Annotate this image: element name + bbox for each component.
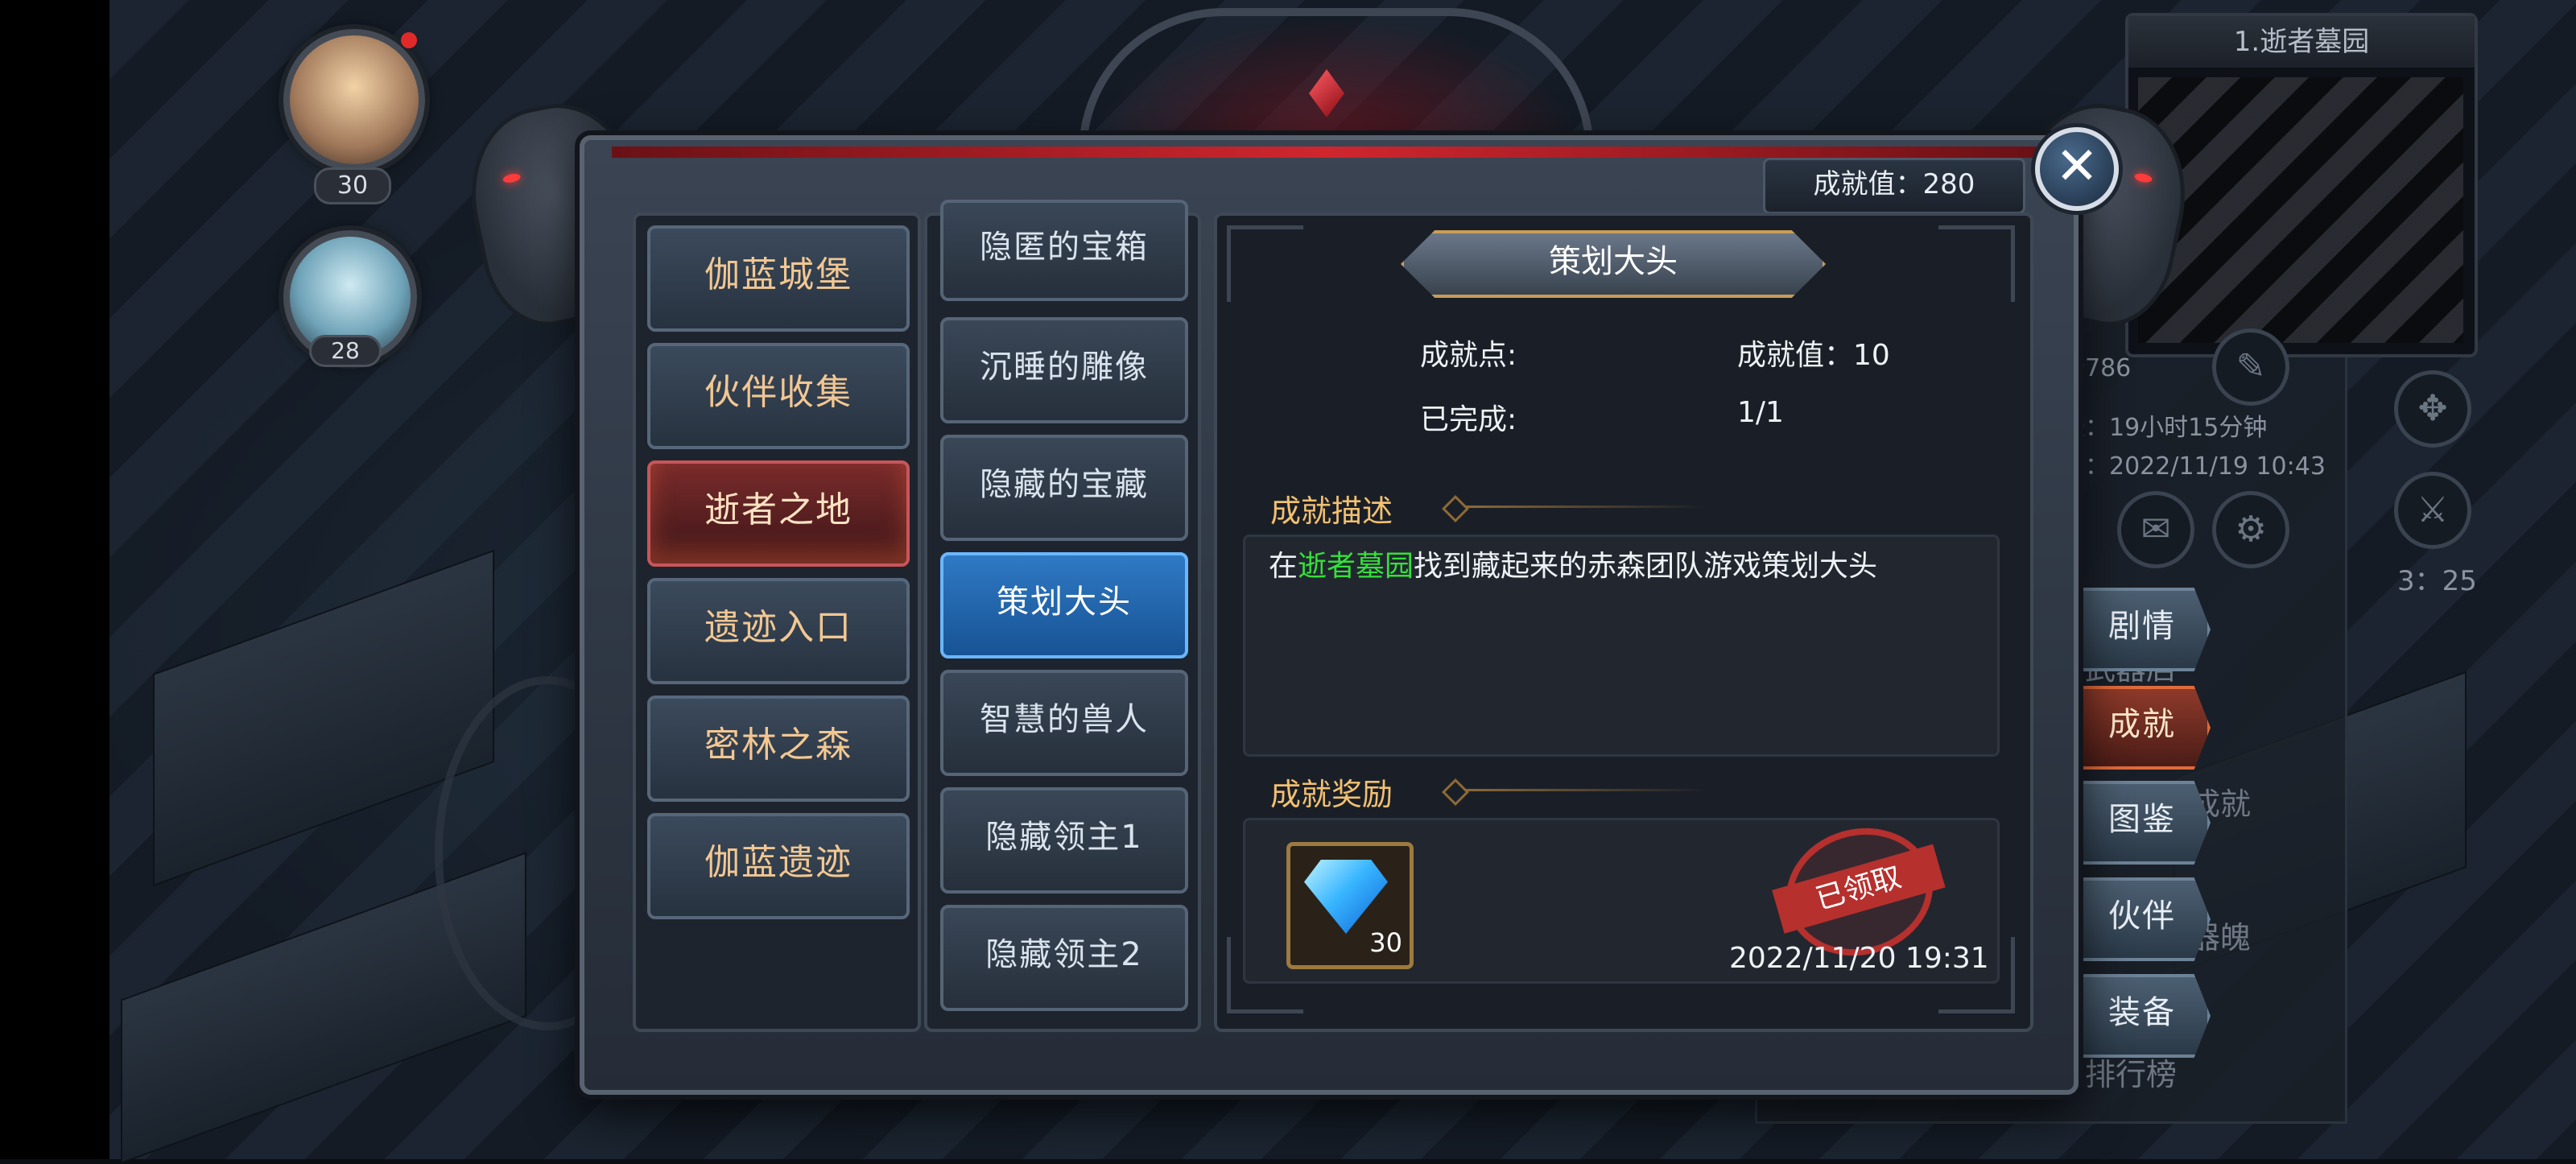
region-partner-collection[interactable]: 伙伴收集 xyxy=(647,343,910,449)
compass-icon[interactable]: ✥ xyxy=(2394,370,2471,448)
achievement-planner-bighead[interactable]: 策划大头 xyxy=(940,552,1188,658)
achievement-wise-orc[interactable]: 智慧的兽人 xyxy=(940,670,1188,776)
description-title: 成就描述 xyxy=(1270,493,1393,529)
region-garan-castle[interactable]: 伽蓝城堡 xyxy=(647,225,910,332)
achievement-hidden-lord-1[interactable]: 隐藏领主1 xyxy=(940,787,1188,894)
description-text: 在逝者墓园找到藏起来的赤森团队游戏策划大头 xyxy=(1269,550,1878,583)
minimap-title: 1.逝者墓园 xyxy=(2128,16,2475,68)
corner-ornament xyxy=(1938,225,2015,302)
achievement-title: 策划大头 xyxy=(1401,230,1826,298)
points-label: 成就点: xyxy=(1420,339,1517,372)
hero-portrait-1[interactable] xyxy=(283,29,425,171)
corner-ornament xyxy=(1227,225,1303,302)
achievement-hidden-lord-2[interactable]: 隐藏领主2 xyxy=(940,905,1188,1011)
swords-icon[interactable]: ⚔ xyxy=(2394,472,2471,549)
region-dense-forest[interactable]: 密林之森 xyxy=(647,696,910,802)
gear-icon[interactable]: ⚙ xyxy=(2212,491,2289,568)
claim-time: 2022/11/20 19:31 xyxy=(1729,942,1989,975)
tab-partner[interactable]: 伙伴 xyxy=(2074,877,2211,961)
hero-level-2: 28 xyxy=(309,335,382,367)
hero-level-1: 30 xyxy=(314,167,391,204)
total-achievement-score: 成就值：280 xyxy=(1763,158,2025,214)
tab-equipment[interactable]: 装备 xyxy=(2074,974,2211,1058)
value-label: 成就值：10 xyxy=(1737,339,1890,372)
region-land-of-dead[interactable]: 逝者之地 xyxy=(647,460,910,567)
location-highlight: 逝者墓园 xyxy=(1298,550,1414,583)
region-garan-ruins[interactable]: 伽蓝遗迹 xyxy=(647,813,910,919)
screen-edge xyxy=(0,0,109,1159)
section-divider xyxy=(1465,506,1707,508)
notification-dot xyxy=(401,32,417,48)
tab-achievement[interactable]: 成就 xyxy=(2074,686,2211,770)
hud-text: 长：19小时15分钟 xyxy=(2061,414,2268,442)
tab-story[interactable]: 剧情 xyxy=(2074,588,2211,671)
achievement-sleeping-statue[interactable]: 沉睡的雕像 xyxy=(940,317,1188,423)
mail-icon[interactable]: ✉ xyxy=(2117,491,2194,568)
region-ruins-entrance[interactable]: 遗迹入口 xyxy=(647,578,910,684)
dialog-top-bar xyxy=(612,147,2037,158)
hud-text: 间：2022/11/19 10:43 xyxy=(2061,452,2326,481)
dialog-top-ornament xyxy=(1079,8,1594,153)
achievement-hidden-chest[interactable]: 隐匿的宝箱 xyxy=(940,200,1188,301)
completed-label: 已完成: xyxy=(1420,403,1517,436)
close-icon[interactable]: ✕ xyxy=(2035,127,2119,211)
reward-count: 30 xyxy=(1369,927,1402,958)
minimap-map xyxy=(2138,77,2463,343)
reward-title: 成就奖励 xyxy=(1270,777,1393,812)
tab-codex[interactable]: 图鉴 xyxy=(2074,781,2211,865)
achievement-hidden-treasure[interactable]: 隐藏的宝藏 xyxy=(940,435,1188,541)
feather-icon[interactable]: ✎ xyxy=(2212,328,2289,406)
section-divider xyxy=(1465,789,1707,791)
battle-timer: 3：25 xyxy=(2397,565,2477,597)
completed-value: 1/1 xyxy=(1737,396,1784,429)
